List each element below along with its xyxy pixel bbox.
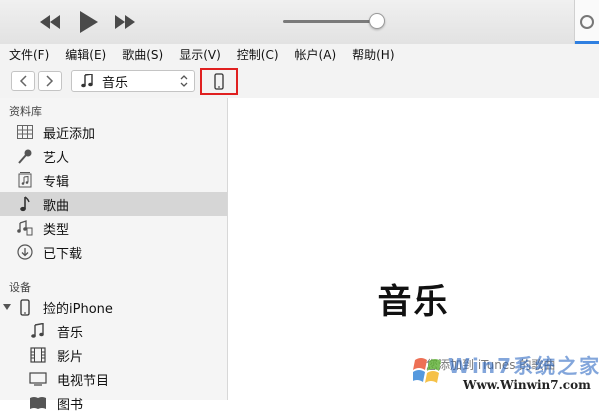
- sidebar-item-label: 已下载: [43, 246, 83, 262]
- sidebar-device-item-books[interactable]: 图书: [0, 391, 227, 415]
- back-button[interactable]: [11, 71, 35, 91]
- sidebar-item-label: 图书: [57, 397, 84, 413]
- toolbar: 音乐: [0, 64, 599, 99]
- windows-logo-icon: [413, 358, 441, 383]
- menu-song[interactable]: 歌曲(S): [113, 46, 170, 63]
- film-icon: [29, 346, 47, 364]
- play-icon: [80, 11, 98, 33]
- sidebar-item-label: 类型: [43, 222, 70, 238]
- watermark-text: Win7系统之家: [448, 354, 599, 378]
- music-note-icon: [81, 74, 93, 88]
- sidebar-item-downloaded[interactable]: 已下载: [0, 240, 227, 264]
- tv-icon: [29, 370, 47, 388]
- status-display[interactable]: [574, 0, 599, 44]
- page-title: 音乐: [377, 282, 450, 322]
- rewind-icon: [40, 15, 60, 29]
- sidebar-item-label: 艺人: [43, 150, 70, 166]
- grid-icon: [16, 123, 34, 141]
- status-icon: [580, 15, 594, 29]
- iphone-icon: [214, 73, 224, 90]
- menu-edit[interactable]: 编辑(E): [56, 46, 113, 63]
- sidebar: 资料库 最近添加 艺人 专辑 歌曲 类型 已下载 设备 捡的iPhone 音乐 …: [0, 98, 228, 413]
- chevron-left-icon: [19, 75, 27, 87]
- sidebar-item-genres[interactable]: 类型: [0, 216, 227, 240]
- sidebar-item-artists[interactable]: 艺人: [0, 144, 227, 168]
- main-content: 音乐 您添加到 iTunes 的歌曲 Win7系统之家 Www.Winwin7.…: [228, 98, 599, 400]
- device-button[interactable]: [200, 68, 238, 95]
- disclosure-triangle-icon[interactable]: [2, 298, 12, 316]
- menu-bar: 文件(F) 编辑(E) 歌曲(S) 显示(V) 控制(C) 帐户(A) 帮助(H…: [0, 44, 599, 64]
- sidebar-device-item-movies[interactable]: 影片: [0, 343, 227, 367]
- fast-forward-button[interactable]: [113, 10, 137, 34]
- volume-slider-track[interactable]: [283, 20, 378, 23]
- library-section-title: 资料库: [9, 105, 42, 118]
- sidebar-item-label: 专辑: [43, 174, 70, 190]
- device-name: 捡的iPhone: [43, 301, 113, 317]
- sidebar-device-item-music[interactable]: 音乐: [0, 319, 227, 343]
- sidebar-device-iphone[interactable]: 捡的iPhone: [0, 295, 227, 319]
- media-type-label: 音乐: [102, 75, 129, 91]
- menu-view[interactable]: 显示(V): [170, 46, 228, 63]
- forward-button[interactable]: [38, 71, 62, 91]
- volume-slider-knob[interactable]: [369, 13, 385, 29]
- fast-forward-icon: [115, 15, 135, 29]
- sidebar-item-label: 歌曲: [43, 198, 70, 214]
- menu-account[interactable]: 帐户(A): [286, 46, 344, 63]
- iphone-icon: [16, 298, 34, 316]
- select-arrows-icon: [180, 75, 188, 87]
- genre-icon: [16, 219, 34, 237]
- watermark: Win7系统之家 Www.Winwin7.com: [403, 348, 599, 400]
- rewind-button[interactable]: [38, 10, 62, 34]
- sidebar-item-label: 音乐: [57, 325, 84, 341]
- transport-bar: [0, 0, 599, 45]
- music-note-icon: [16, 195, 34, 213]
- music-note-icon: [29, 322, 47, 340]
- sidebar-item-albums[interactable]: 专辑: [0, 168, 227, 192]
- sidebar-item-label: 最近添加: [43, 126, 96, 142]
- album-icon: [16, 171, 34, 189]
- menu-controls[interactable]: 控制(C): [228, 46, 286, 63]
- sidebar-item-recently-added[interactable]: 最近添加: [0, 120, 227, 144]
- sidebar-item-label: 电视节目: [57, 373, 110, 389]
- menu-help[interactable]: 帮助(H): [343, 46, 401, 63]
- book-icon: [29, 394, 47, 412]
- media-type-select[interactable]: 音乐: [71, 70, 195, 92]
- sidebar-item-label: 影片: [57, 349, 84, 365]
- microphone-icon: [16, 147, 34, 165]
- sidebar-item-songs[interactable]: 歌曲: [0, 192, 227, 216]
- devices-section-title: 设备: [9, 281, 31, 294]
- sidebar-device-item-tv-shows[interactable]: 电视节目: [0, 367, 227, 391]
- play-button[interactable]: [76, 7, 100, 37]
- watermark-url: Www.Winwin7.com: [463, 378, 591, 392]
- menu-file[interactable]: 文件(F): [0, 46, 56, 63]
- download-icon: [16, 243, 34, 261]
- chevron-right-icon: [46, 75, 54, 87]
